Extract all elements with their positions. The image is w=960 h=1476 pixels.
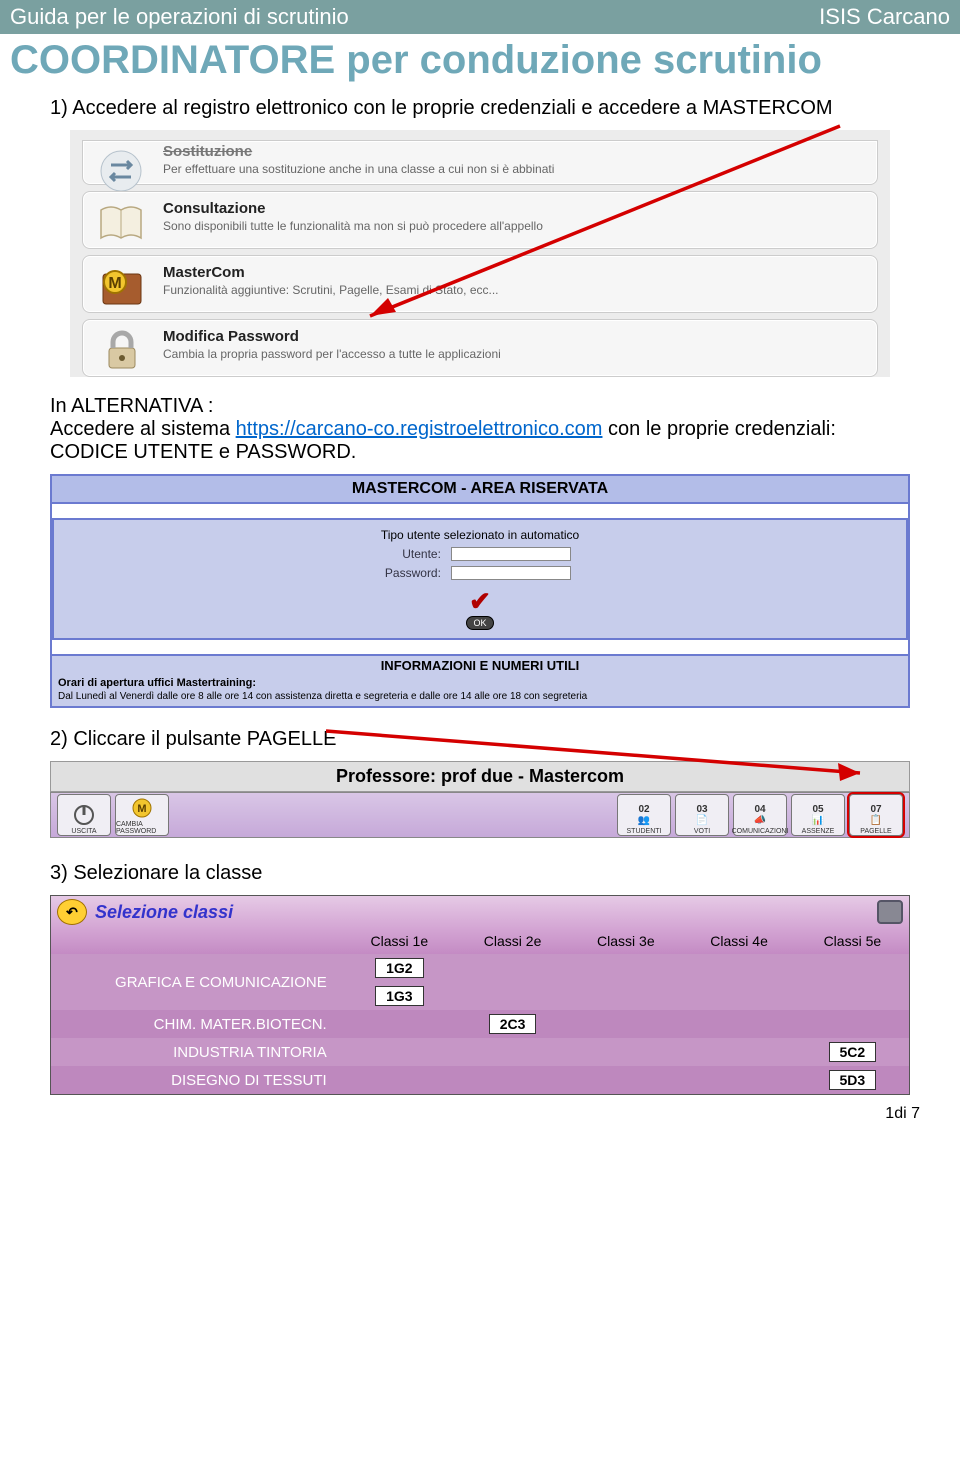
prof-header: Professore: prof due - Mastercom (50, 761, 910, 792)
carcano-link[interactable]: https://carcano-co.registroelettronico.c… (236, 418, 603, 440)
pagelle-button[interactable]: 07📋 PAGELLE (849, 794, 903, 836)
ok-button[interactable]: OK (466, 616, 493, 630)
row-grafica: GRAFICA E COMUNICAZIONE (51, 954, 343, 1010)
book-icon (95, 200, 147, 244)
info-detail: Dal Lunedì al Venerdì dalle ore 8 alle o… (52, 691, 908, 706)
card-title: MasterCom (163, 264, 867, 281)
studenti-button[interactable]: 02👥 STUDENTI (617, 794, 671, 836)
comunicazioni-button[interactable]: 04📣 COMUNICAZIONI (733, 794, 787, 836)
page-number: 1di 7 (0, 1095, 960, 1135)
professor-toolbar-screenshot: Professore: prof due - Mastercom USCITA … (50, 761, 910, 838)
step-3-text: 3) Selezionare la classe (50, 862, 910, 885)
card-title: Sostituzione (163, 143, 867, 160)
uscita-button[interactable]: USCITA (57, 794, 111, 836)
card-sub: Cambia la propria password per l'accesso… (163, 347, 867, 361)
svg-text:M: M (137, 803, 146, 815)
step-2-text: 2) Cliccare il pulsante PAGELLE (50, 728, 910, 751)
col-5e: Classi 5e (796, 928, 909, 954)
mastercom-small-icon: M (129, 797, 155, 819)
card-title: Consultazione (163, 200, 867, 217)
mastercom-icon: M (95, 264, 147, 308)
comm-icon: 04📣 (747, 804, 773, 826)
svg-text:M: M (108, 275, 121, 292)
alt-intro: In ALTERNATIVA : (50, 395, 910, 418)
row-tessuti: DISEGNO DI TESSUTI (51, 1066, 343, 1094)
cambia-password-button[interactable]: M CAMBIA PASSWORD (115, 794, 169, 836)
card-sub: Per effettuare una sostituzione anche in… (163, 162, 867, 176)
menu-card-password[interactable]: Modifica Password Cambia la propria pass… (82, 319, 878, 377)
info-header: INFORMAZIONI E NUMERI UTILI (52, 656, 908, 675)
assenze-icon: 05📊 (805, 804, 831, 826)
col-4e: Classi 4e (682, 928, 795, 954)
card-sub: Sono disponibili tutte le funzionalità m… (163, 219, 867, 233)
gear-icon[interactable] (877, 900, 903, 924)
selezione-classi-title: Selezione classi (95, 902, 233, 923)
user-label: Utente: (377, 545, 445, 562)
info-orari: Orari di apertura uffici Mastertraining: (52, 675, 908, 691)
voti-button[interactable]: 03📄 VOTI (675, 794, 729, 836)
class-1g2-button[interactable]: 1G2 (375, 958, 423, 978)
lock-icon (95, 328, 147, 372)
studenti-icon: 02👥 (631, 804, 657, 826)
step-1-text: 1) Accedere al registro elettronico con … (50, 97, 910, 120)
class-5d3-button[interactable]: 5D3 (829, 1070, 877, 1090)
login-header: MASTERCOM - AREA RISERVATA (52, 476, 908, 504)
arrows-icon (95, 149, 147, 193)
alt-text-a: Accedere al sistema (50, 418, 236, 440)
row-tintoria: INDUSTRIA TINTORIA (51, 1038, 343, 1066)
col-2e: Classi 2e (456, 928, 569, 954)
col-3e: Classi 3e (569, 928, 682, 954)
exit-icon (71, 804, 97, 826)
menu-card-sostituzione[interactable]: Sostituzione Per effettuare una sostituz… (82, 140, 878, 185)
doc-header-right: ISIS Carcano (819, 4, 950, 30)
back-icon[interactable]: ↶ (57, 899, 87, 925)
menu-card-mastercom[interactable]: M MasterCom Funzionalità aggiuntive: Scr… (82, 255, 878, 313)
pagelle-icon: 07📋 (863, 804, 889, 826)
row-chim: CHIM. MATER.BIOTECN. (51, 1010, 343, 1038)
class-5c2-button[interactable]: 5C2 (829, 1042, 877, 1062)
class-2c3-button[interactable]: 2C3 (489, 1014, 537, 1034)
card-title: Modifica Password (163, 328, 867, 345)
login-auto: Tipo utente selezionato in automatico (377, 527, 583, 543)
class-selection-screenshot: ↶ Selezione classi Classi 1e Classi 2e C… (50, 895, 910, 1095)
voti-icon: 03📄 (689, 804, 715, 826)
pass-label: Password: (377, 564, 445, 581)
col-1e: Classi 1e (343, 928, 456, 954)
user-input[interactable] (451, 547, 571, 561)
login-screenshot: MASTERCOM - AREA RISERVATA Tipo utente s… (50, 474, 910, 708)
assenze-button[interactable]: 05📊 ASSENZE (791, 794, 845, 836)
menu-card-consultazione[interactable]: Consultazione Sono disponibili tutte le … (82, 191, 878, 249)
class-1g3-button[interactable]: 1G3 (375, 986, 423, 1006)
card-sub: Funzionalità aggiuntive: Scrutini, Pagel… (163, 283, 867, 297)
check-icon: ✔ (469, 586, 491, 616)
doc-header-left: Guida per le operazioni di scrutinio (10, 4, 349, 30)
main-title: COORDINATORE per conduzione scrutinio (0, 34, 960, 91)
pass-input[interactable] (451, 566, 571, 580)
mastercom-menu-screenshot: Sostituzione Per effettuare una sostituz… (70, 130, 890, 377)
